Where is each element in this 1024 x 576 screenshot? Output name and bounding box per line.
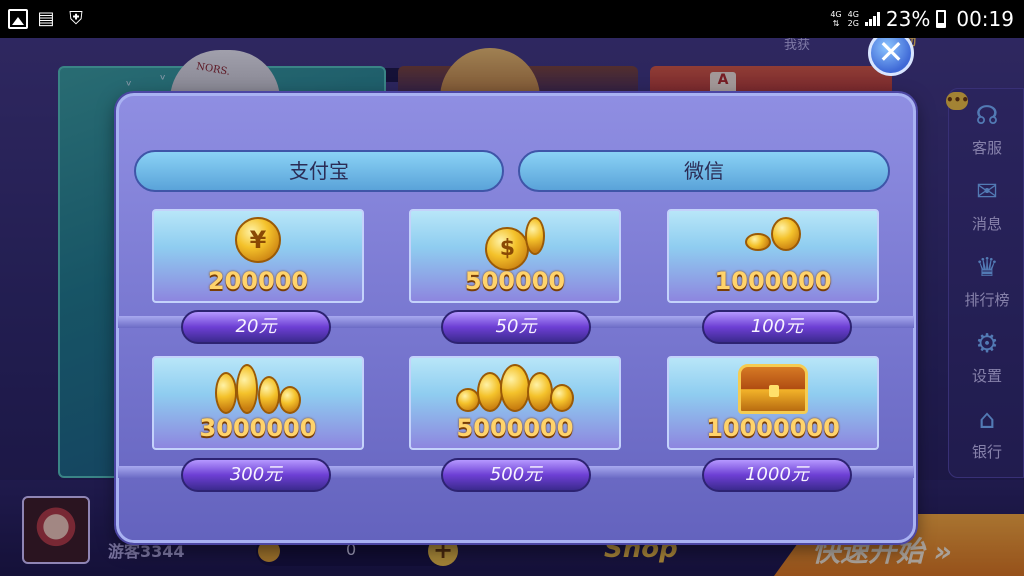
package-1000000[interactable]: 1000000: [667, 209, 879, 303]
price-button[interactable]: 300元: [181, 458, 331, 492]
coin-stack-small-icon: [669, 217, 877, 267]
package-amount: 3000000: [199, 414, 317, 442]
package-200000[interactable]: ¥ 200000: [152, 209, 364, 303]
treasure-chest-icon: [669, 364, 877, 414]
shield-icon: ⛨: [69, 8, 83, 29]
package-amount: 10000000: [706, 414, 840, 442]
price-button[interactable]: 500元: [441, 458, 591, 492]
price-button[interactable]: 50元: [441, 310, 591, 344]
package-amount: 500000: [464, 267, 566, 295]
status-bar: ▤ ⛨ 4G ⇅ 4G 2G 23% 00:19: [0, 0, 1024, 38]
tab-alipay[interactable]: 支付宝: [134, 150, 504, 192]
battery-icon: [936, 10, 947, 28]
network-type-1: 4G ⇅: [830, 10, 842, 28]
package-amount: 1000000: [714, 267, 832, 295]
price-button[interactable]: 100元: [702, 310, 852, 344]
coin-stacks-icon: [154, 364, 362, 414]
package-amount: 200000: [207, 267, 309, 295]
battery-percent: 23%: [885, 7, 931, 31]
tab-wechat[interactable]: 微信: [518, 150, 890, 192]
package-500000[interactable]: $ 500000: [409, 209, 621, 303]
image-icon: [8, 9, 28, 29]
package-amount: 5000000: [456, 414, 574, 442]
clock: 00:19: [956, 7, 1014, 31]
dollar-coins-icon: $: [411, 217, 619, 271]
price-button[interactable]: 20元: [181, 310, 331, 344]
package-5000000[interactable]: 5000000: [409, 356, 621, 450]
news-icon: ▤: [37, 8, 55, 29]
coin-pile-icon: [411, 364, 619, 414]
price-button[interactable]: 1000元: [702, 458, 852, 492]
network-type-2: 4G 2G: [847, 10, 859, 28]
status-indicators: 4G ⇅ 4G 2G 23% 00:19: [830, 0, 1014, 38]
package-3000000[interactable]: 3000000: [152, 356, 364, 450]
package-10000000[interactable]: 10000000: [667, 356, 879, 450]
yuan-coin-icon: ¥: [154, 217, 362, 267]
signal-icon: [864, 12, 880, 26]
